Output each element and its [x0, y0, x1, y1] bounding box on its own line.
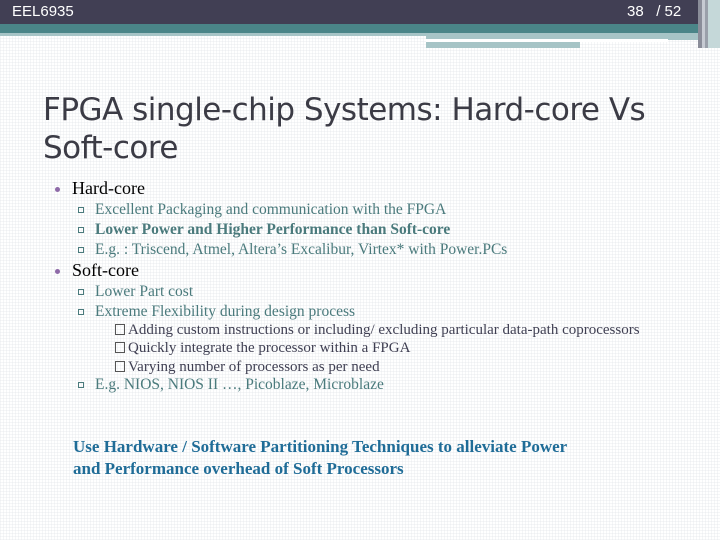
sub-bullet: Lower Power and Higher Performance than … — [40, 220, 710, 240]
square-bullet-icon — [78, 289, 84, 295]
square-bullet-icon — [78, 309, 84, 315]
sub-sub-bullet-text: Adding custom instructions or including/… — [128, 322, 640, 338]
header-accent-line — [426, 42, 580, 48]
square-bullet-icon — [78, 382, 84, 388]
bullet-label: Soft-core — [72, 260, 139, 280]
checkbox-glyph-icon — [115, 324, 125, 335]
sub-bullet-text: E.g. : Triscend, Atmel, Altera’s Excalib… — [95, 241, 508, 258]
slide-body: Hard-core Excellent Packaging and commun… — [40, 178, 710, 395]
bullet-dot-icon — [55, 187, 60, 192]
square-bullet-icon — [78, 207, 84, 213]
sub-sub-bullet: Adding custom instructions or including/… — [40, 322, 710, 338]
header-accent-line — [0, 33, 426, 36]
bullet-soft-core: Soft-core — [40, 260, 710, 282]
sub-bullet-text: Lower Power and Higher Performance than … — [95, 221, 451, 238]
header-accent-band — [0, 24, 700, 33]
sub-bullet-text: Excellent Packaging and communication wi… — [95, 201, 447, 218]
sub-bullet-text: E.g. NIOS, NIOS II …, Picoblaze, Microbl… — [95, 376, 384, 393]
bullet-dot-icon — [55, 269, 60, 274]
checkbox-glyph-icon — [115, 361, 125, 372]
sub-bullet: Extreme Flexibility during design proces… — [40, 302, 710, 322]
page-total: / 52 — [656, 3, 682, 20]
sub-bullet: Lower Part cost — [40, 282, 710, 302]
slide-title: FPGA single-chip Systems: Hard-core Vs S… — [43, 92, 646, 166]
checkbox-glyph-icon — [115, 342, 125, 353]
sub-bullet: E.g. NIOS, NIOS II …, Picoblaze, Microbl… — [40, 375, 710, 395]
conclusion-text: Use Hardware / Software Partitioning Tec… — [73, 437, 567, 478]
sub-sub-bullet: Varying number of processors as per need — [40, 359, 710, 375]
square-bullet-icon — [78, 227, 84, 233]
page-current: 38 — [627, 3, 644, 20]
sub-bullet-text: Lower Part cost — [95, 283, 194, 300]
bullet-hard-core: Hard-core — [40, 178, 710, 200]
sub-bullet-text: Extreme Flexibility during design proces… — [95, 303, 356, 320]
sub-sub-bullet-text: Quickly integrate the processor within a… — [128, 340, 411, 356]
page-number: 38 / 52 — [627, 3, 681, 20]
sub-bullet: E.g. : Triscend, Atmel, Altera’s Excalib… — [40, 240, 710, 260]
bullet-label: Hard-core — [72, 178, 145, 198]
square-bullet-icon — [78, 247, 84, 253]
sub-sub-bullet: Quickly integrate the processor within a… — [40, 340, 710, 356]
header-bar: EEL6935 38 / 52 — [0, 0, 720, 24]
decorative-stripe — [708, 0, 720, 48]
sub-bullet: Excellent Packaging and communication wi… — [40, 200, 710, 220]
course-code: EEL6935 — [12, 3, 74, 20]
sub-sub-bullet-text: Varying number of processors as per need — [128, 359, 380, 375]
